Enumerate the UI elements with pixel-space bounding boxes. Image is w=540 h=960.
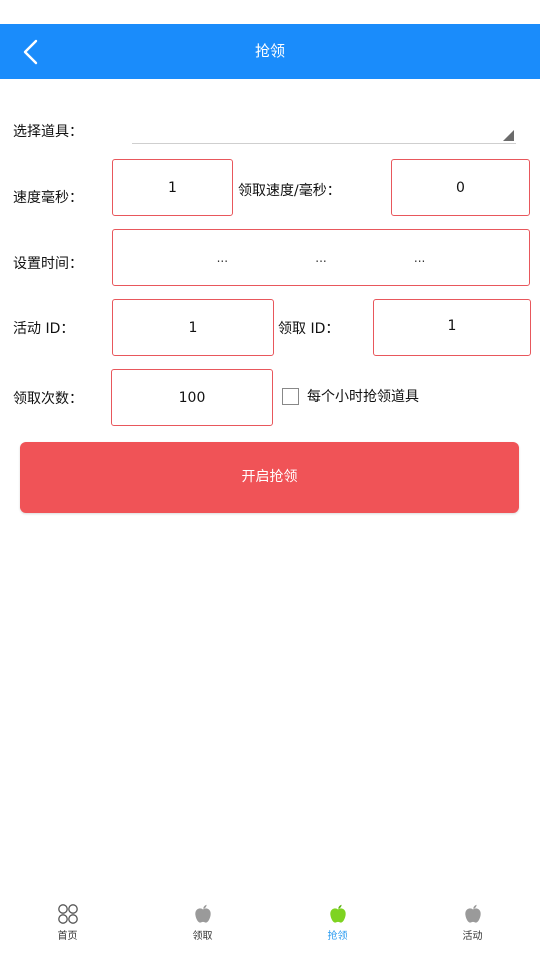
nav-item-activity[interactable]: 活动 bbox=[405, 894, 540, 954]
activity-id-input[interactable] bbox=[113, 300, 273, 355]
claim-id-label: 领取 ID： bbox=[278, 321, 340, 337]
apple-icon bbox=[194, 904, 211, 923]
claim-count-label: 领取次数： bbox=[13, 391, 83, 407]
speed-input[interactable] bbox=[113, 160, 232, 215]
nav-label-home: 首页 bbox=[57, 931, 78, 942]
time-segment-3[interactable]: ... bbox=[414, 251, 425, 265]
activity-id-label: 活动 ID： bbox=[13, 321, 75, 337]
nav-item-home[interactable]: 首页 bbox=[0, 894, 135, 954]
nav-label-grab: 抢领 bbox=[327, 931, 348, 942]
claim-speed-label: 领取速度/毫秒： bbox=[238, 183, 341, 199]
dropdown-triangle-icon bbox=[503, 130, 514, 141]
header-bar: 抢领 bbox=[0, 24, 540, 79]
nav-item-grab[interactable]: 抢领 bbox=[270, 894, 405, 954]
item-select-dropdown[interactable] bbox=[132, 118, 516, 144]
select-item-label: 选择道具： bbox=[13, 124, 83, 140]
claim-speed-input[interactable] bbox=[392, 178, 529, 198]
hourly-checkbox-label: 每个小时抢领道具 bbox=[307, 389, 419, 405]
nav-label-claim: 领取 bbox=[192, 931, 213, 942]
speed-input-box bbox=[112, 159, 233, 216]
claim-count-input[interactable] bbox=[112, 370, 272, 425]
hourly-checkbox[interactable] bbox=[282, 387, 299, 405]
start-grab-button[interactable]: 开启抢领 bbox=[20, 442, 519, 513]
speed-label: 速度毫秒： bbox=[13, 190, 83, 206]
grid-circles-icon bbox=[57, 904, 78, 924]
claim-speed-input-box bbox=[391, 159, 530, 216]
status-bar bbox=[0, 0, 540, 24]
time-segment-2[interactable]: ... bbox=[315, 251, 326, 265]
set-time-label: 设置时间： bbox=[13, 256, 83, 272]
nav-label-activity: 活动 bbox=[462, 931, 483, 942]
page-title: 抢领 bbox=[254, 42, 285, 60]
apple-icon bbox=[329, 904, 346, 923]
back-arrow-icon bbox=[23, 39, 38, 65]
hourly-checkbox-row[interactable]: 每个小时抢领道具 bbox=[282, 386, 419, 406]
time-picker-box: ... ... ... bbox=[112, 229, 530, 286]
apple-icon bbox=[464, 904, 481, 923]
time-segment-1[interactable]: ... bbox=[217, 251, 228, 265]
claim-count-input-box bbox=[111, 369, 273, 426]
claim-id-input[interactable] bbox=[374, 316, 530, 336]
bottom-nav: 首页 领取 抢领 活动 bbox=[0, 894, 540, 954]
activity-id-input-box bbox=[112, 299, 274, 356]
claim-id-input-box bbox=[373, 299, 531, 356]
nav-item-claim[interactable]: 领取 bbox=[135, 894, 270, 954]
back-button[interactable] bbox=[10, 32, 50, 72]
app-screen: 抢领 选择道具： 速度毫秒： 领取速度/毫秒： 设置时间： ... ... ..… bbox=[0, 0, 540, 960]
